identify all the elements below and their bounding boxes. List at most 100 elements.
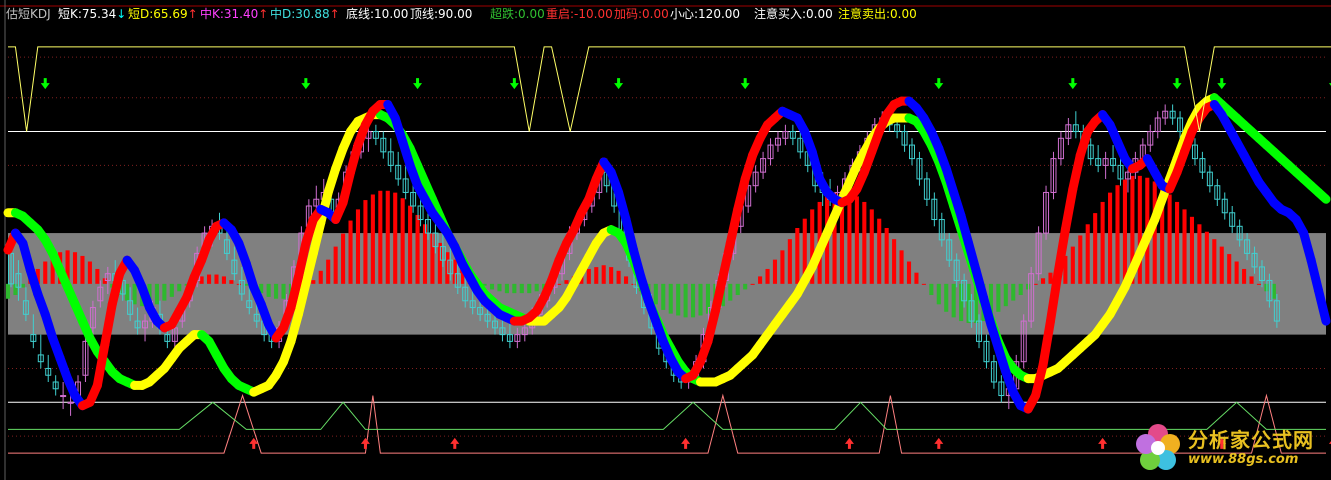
histogram-bar — [892, 239, 897, 284]
header-item-label: 短D:65.69 — [128, 7, 188, 21]
histogram-bar — [326, 259, 331, 284]
buy-arrow-icon — [450, 437, 460, 449]
histogram-bar — [497, 283, 502, 292]
buy-arrow-icon — [681, 437, 691, 449]
sell-arrow-icon — [301, 78, 311, 90]
header-item-label: 注意买入:0.00 — [754, 7, 833, 21]
k-line-segment — [1060, 184, 1078, 235]
histogram-bar — [1085, 224, 1090, 284]
header-item-label: 短K:75.34 — [58, 7, 117, 21]
histogram-bar — [780, 250, 785, 284]
histogram-bar — [348, 220, 353, 284]
histogram-bar — [162, 283, 167, 301]
histogram-bar — [519, 283, 524, 294]
histogram-bar — [609, 267, 614, 284]
histogram-bar — [1189, 216, 1195, 284]
histogram-bar — [5, 283, 11, 299]
header-item: 注意卖出:0.00 — [838, 5, 917, 22]
histogram-bar — [1219, 246, 1224, 284]
histogram-bar — [393, 192, 398, 284]
histogram-bar — [966, 283, 971, 323]
histogram-bar — [1242, 268, 1247, 284]
histogram-bar — [1249, 276, 1254, 284]
header-item-label: 超跌:0.00 — [490, 7, 545, 21]
k-line-segment — [733, 174, 750, 214]
header-arrow-icon: ↑ — [187, 7, 198, 21]
histogram-bar — [698, 283, 703, 316]
histogram-bar — [735, 283, 740, 296]
header-item: 顶线:90.00 — [410, 5, 472, 22]
histogram-bar — [862, 201, 867, 284]
header-item-label: 底线:10.00 — [346, 7, 409, 21]
watermark-url: www.88gs.com — [1188, 452, 1299, 467]
histogram-bar — [370, 194, 375, 284]
candle-body — [60, 395, 67, 398]
histogram-bar — [385, 190, 390, 284]
histogram-bar — [906, 261, 912, 284]
histogram-bar — [199, 276, 204, 284]
header-item: 加码:0.00 — [614, 5, 669, 22]
sell-arrow-icon — [1172, 78, 1182, 90]
histogram-bar — [1048, 272, 1053, 284]
histogram-bar — [363, 200, 368, 284]
histogram-bar — [795, 228, 800, 284]
histogram-bar — [758, 276, 763, 284]
buy-arrow-icon — [1098, 437, 1108, 449]
histogram-bar — [408, 205, 413, 284]
header-item: 短D:65.69↑ — [128, 5, 198, 22]
histogram-bar — [489, 283, 495, 290]
sell-arrow-icon — [934, 78, 944, 90]
header-item-label: 注意卖出:0.00 — [838, 7, 917, 21]
histogram-bar — [43, 261, 48, 284]
histogram-bar — [899, 250, 904, 284]
histogram-bar — [1078, 235, 1083, 284]
histogram-bar — [921, 283, 926, 285]
histogram-bar — [318, 270, 323, 284]
histogram-bar — [20, 283, 25, 288]
histogram-bar — [936, 283, 941, 305]
histogram-bar — [772, 259, 778, 284]
histogram-bar — [616, 270, 621, 284]
histogram-bar — [1271, 283, 1276, 299]
flower-logo-icon — [1136, 424, 1180, 470]
histogram-bar — [1197, 224, 1202, 284]
histogram-bar — [1093, 213, 1098, 284]
histogram-bar — [400, 198, 405, 284]
histogram-bar — [601, 265, 606, 284]
histogram-bar — [1204, 231, 1209, 284]
header-arrow-icon: ↓ — [116, 7, 127, 21]
histogram-bar — [1175, 201, 1180, 284]
histogram-bar — [1212, 239, 1217, 284]
histogram-bar — [95, 268, 100, 284]
histogram-bar — [80, 255, 85, 284]
histogram-bar — [765, 268, 770, 284]
histogram-bar — [661, 283, 666, 310]
header-item: 重启:-10.00 — [546, 5, 613, 22]
histogram-bar — [929, 283, 934, 296]
histogram-bar — [884, 228, 889, 284]
k-line-segment — [1031, 360, 1048, 401]
histogram-bar — [1115, 185, 1120, 284]
histogram-bar — [914, 272, 919, 284]
sell-arrow-icon — [1217, 78, 1227, 90]
histogram-bar — [1182, 209, 1187, 284]
sell-arrow-icon — [740, 78, 750, 90]
histogram-bar — [177, 283, 182, 292]
histogram-bar — [564, 280, 569, 284]
sell-arrow-icon — [509, 78, 519, 90]
histogram-bar — [244, 283, 249, 286]
k-line-segment — [1068, 150, 1085, 194]
histogram-bar — [333, 246, 338, 284]
histogram-bar — [132, 283, 137, 305]
header-item-label: 中D:30.88 — [270, 7, 330, 21]
histogram-bar — [341, 233, 346, 284]
header-item: 短K:75.34↓ — [58, 5, 126, 22]
histogram-bar — [125, 283, 130, 301]
header-arrow-icon: ↑ — [329, 7, 340, 21]
header-arrow-icon: ↑ — [258, 7, 269, 21]
histogram-bar — [683, 283, 688, 318]
header-item-label: 中K:31.40 — [200, 7, 259, 21]
histogram-bar — [1108, 192, 1113, 284]
histogram-bar — [1227, 254, 1232, 284]
sell-arrow-icon — [413, 78, 423, 90]
